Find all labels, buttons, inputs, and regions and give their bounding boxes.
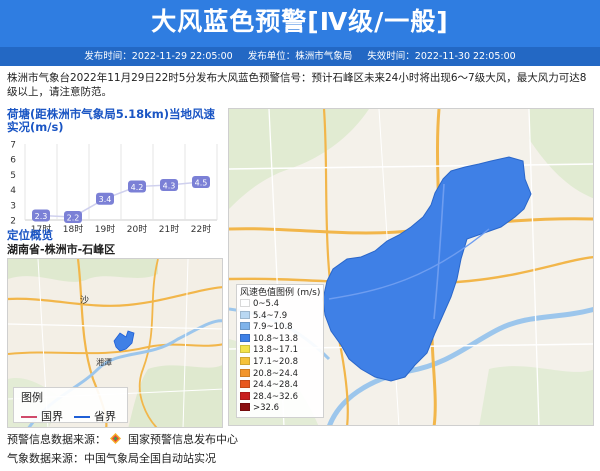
publisher: 发布单位：株洲市气象局 [247,51,353,62]
map-label-xiangtan: 湘潭 [96,357,112,367]
wind-speed-color-legend: 风速色值图例 (m/s) 0~5.4 5.4~7.9 7.9~10.8 10.8~13… [236,284,324,418]
warning-source-row: 预警信息数据来源： 国家预警信息发布中心 [7,430,595,449]
x-tick-label: 20时 [127,223,147,235]
y-tick-label: 5 [10,171,16,181]
speed-legend-swatch [240,403,250,412]
speed-legend-item: 0~5.4 [240,299,320,311]
y-tick-label: 7 [10,141,16,151]
wind-speed-chart: 2 3 4 5 6 7 2.3 2.2 3.4 4.2 4.3 4.5 17时 18时 19时 20时 21时 2… [7,138,223,236]
data-label: 4.5 [195,179,208,188]
speed-legend-item: 13.8~17.1 [240,345,320,357]
warning-description: 株洲市气象台2022年11月29日22时5分发布大风蓝色预警信号：预计石峰区未来… [7,72,587,98]
map-legend: 图例 国界 省界 [13,387,128,423]
legend-item-provincial-border: 省界 [74,408,116,424]
y-tick-label: 2 [10,217,16,227]
speed-legend-swatch [240,310,250,319]
warning-center-logo-icon [109,431,121,444]
map-label-sha: 沙 [80,295,89,306]
speed-legend-swatch [240,299,250,307]
speed-legend-label: 5.4~7.9 [253,310,288,321]
warning-source-label: 预警信息数据来源： [7,433,106,446]
weather-source-row: 气象数据来源：中国气象局全国自动站实况 [7,452,216,465]
x-tick-label: 22时 [191,223,211,235]
speed-legend-label: >32.6 [253,403,280,414]
speed-legend-swatch [240,333,250,342]
data-label: 2.2 [67,213,80,222]
speed-legend-label: 17.1~20.8 [253,356,298,367]
national-border-swatch [21,416,37,418]
provincial-border-label: 省界 [94,410,116,423]
map-legend-title: 图例 [21,391,43,404]
speed-legend-label: 20.8~24.4 [253,368,298,379]
speed-legend-title: 风速色值图例 (m/s) [240,288,321,298]
y-tick-label: 3 [10,201,16,211]
speed-legend-item: 5.4~7.9 [240,310,320,323]
station-chart-title: 荷塘(距株洲市气象局5.18km)当地风速实况(m/s) [7,107,216,134]
speed-legend-item: >32.6 [240,403,320,415]
speed-legend-item: 17.1~20.8 [240,356,320,369]
speed-legend-swatch [240,368,250,377]
y-tick-label: 6 [10,156,16,166]
data-label: 3.4 [99,195,112,204]
data-label: 4.2 [131,183,144,192]
speed-legend-swatch [240,380,250,389]
speed-legend-swatch [240,391,250,400]
speed-legend-label: 10.8~13.8 [253,333,298,344]
speed-legend-label: 24.4~28.4 [253,380,298,391]
left-panel: 荷塘(距株洲市气象局5.18km)当地风速实况(m/s) 2 3 4 5 6 7 2.3 2.… [7,107,223,428]
expire-time: 失效时间：2022-11-30 22:05:00 [367,51,516,62]
warning-meta-bar: 发布时间：2022-11-29 22:05:00 发布单位：株洲市气象局 失效时… [0,47,600,66]
warning-header: 大风蓝色预警[Ⅳ级/一般] 发布时间：2022-11-29 22:05:00 发… [0,0,600,66]
legend-item-national-border: 国界 [21,408,63,424]
location-overview-map[interactable]: 沙 湘潭 图例 国界 省界 [7,258,223,428]
speed-legend-label: 0~5.4 [253,299,280,309]
warning-area-map[interactable]: 风速色值图例 (m/s) 0~5.4 5.4~7.9 7.9~10.8 10.8~13… [228,108,594,426]
publish-time: 发布时间：2022-11-29 22:05:00 [84,51,233,62]
x-tick-label: 19时 [95,223,115,235]
speed-legend-swatch [240,345,250,354]
wind-speed-chart-svg: 2345672.3 2.23.44.2 4.3 4.517时 18时 19时 20时 21时 2… [10,141,218,235]
y-tick-label: 4 [10,186,16,196]
speed-legend-item: 24.4~28.4 [240,380,320,392]
speed-legend-rows: 0~5.4 5.4~7.9 7.9~10.8 10.8~13.8 13.8~17.1 17… [240,299,320,415]
warning-title: 大风蓝色预警[Ⅳ级/一般] [151,7,449,36]
speed-legend-swatch [240,322,250,331]
x-tick-label: 18时 [63,223,83,235]
location-region: 湖南省-株洲市-石峰区 [7,243,116,256]
warning-source-org[interactable]: 国家预警信息发布中心 [128,433,238,446]
provincial-border-swatch [74,416,90,418]
speed-legend-label: 28.4~32.6 [253,391,298,402]
data-label: 2.3 [35,212,48,221]
speed-legend-label: 13.8~17.1 [253,345,298,356]
national-border-label: 国界 [41,410,63,423]
data-sources: 预警信息数据来源： 国家预警信息发布中心 气象数据来源：中国气象局全国自动站实况 [7,430,595,468]
data-label: 4.3 [163,182,176,191]
speed-legend-item: 10.8~13.8 [240,333,320,346]
speed-legend-item: 7.9~10.8 [240,322,320,334]
speed-legend-label: 7.9~10.8 [253,322,293,333]
speed-legend-item: 20.8~24.4 [240,368,320,381]
speed-legend-swatch [240,356,250,365]
speed-legend-item: 28.4~32.6 [240,391,320,404]
x-tick-label: 21时 [159,223,179,235]
